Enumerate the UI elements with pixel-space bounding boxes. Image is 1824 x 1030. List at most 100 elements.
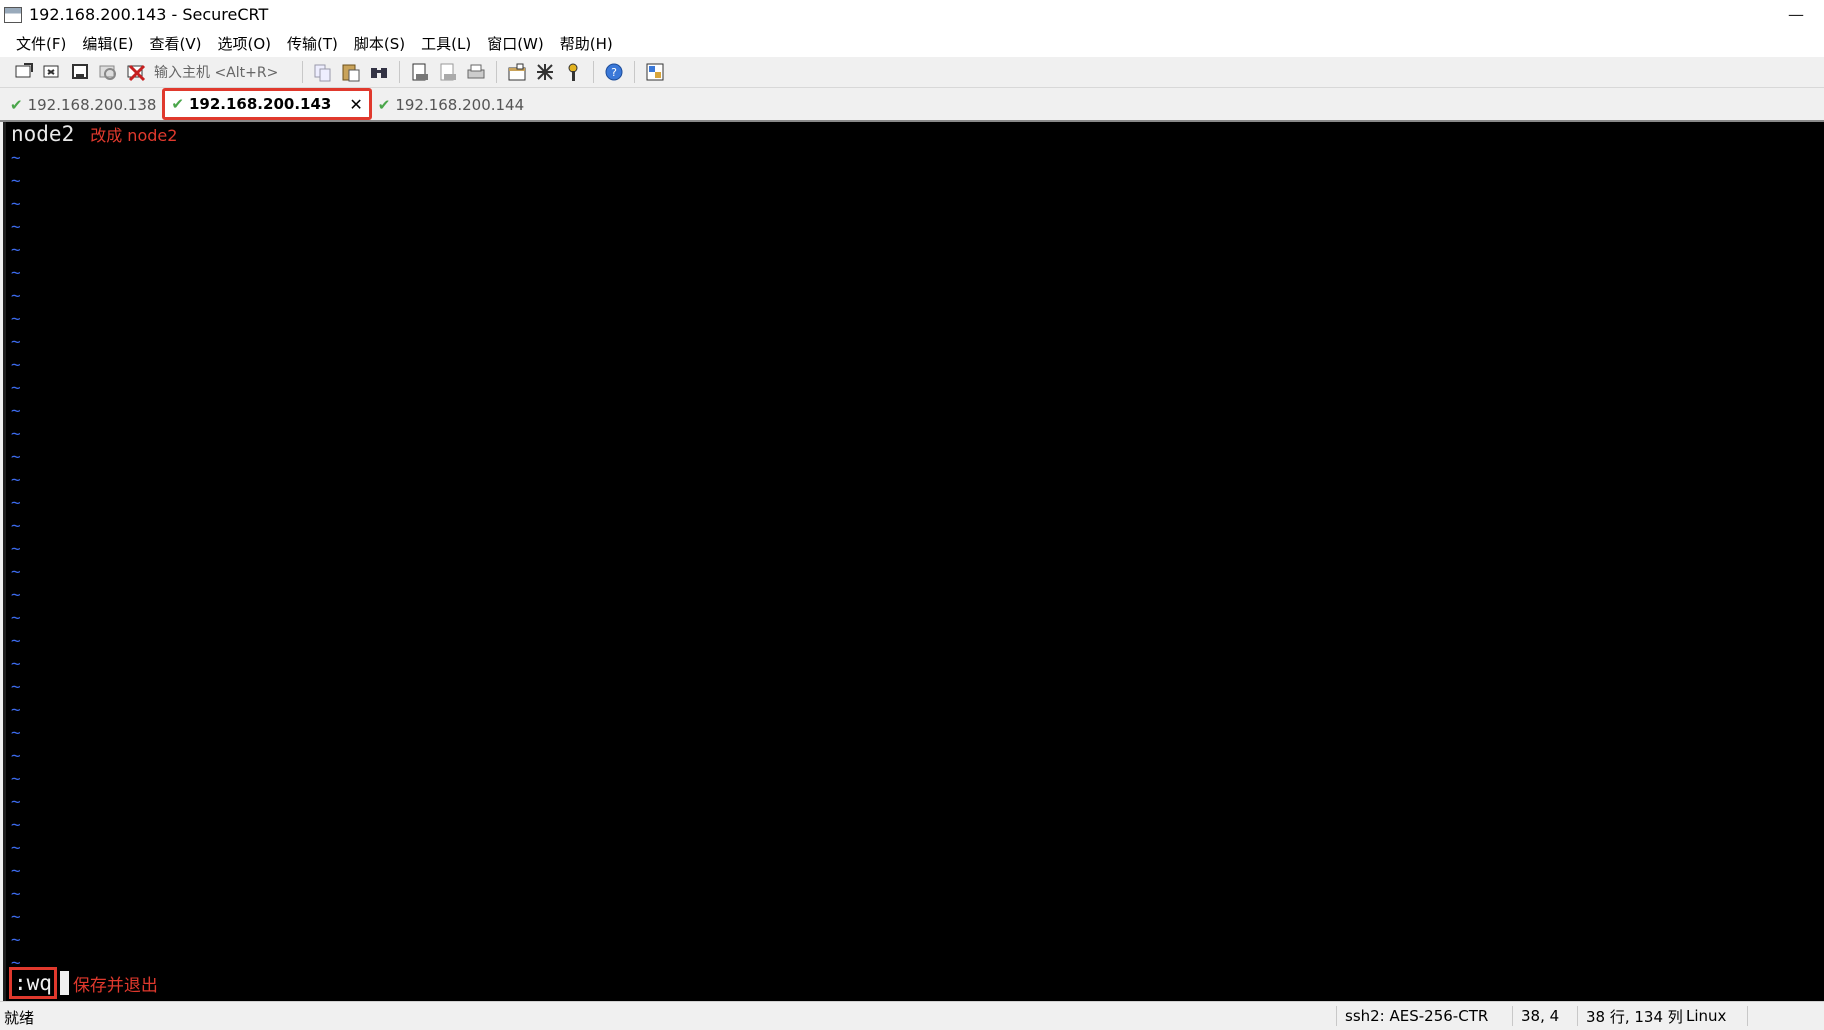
menu-edit[interactable]: 编辑(E): [74, 33, 141, 54]
vim-tilde-line: ~: [11, 332, 21, 351]
vim-empty-lines: ~ ~ ~ ~ ~ ~ ~ ~ ~ ~ ~ ~ ~ ~ ~ ~ ~ ~ ~ ~ ~ ~ ~ ~ ~ ~ ~ ~ ~ ~ ~ ~ ~ ~ ~ ~: [11, 146, 21, 974]
paste-icon[interactable]: [340, 61, 362, 83]
vim-tilde-line: ~: [11, 907, 21, 926]
vim-tilde-line: ~: [11, 884, 21, 903]
disconnect-icon[interactable]: [125, 61, 147, 83]
menu-window[interactable]: 窗口(W): [479, 33, 552, 54]
vim-command-line: :wq 保存并退出: [9, 967, 158, 999]
reconnect-icon[interactable]: [97, 61, 119, 83]
vim-tilde-line: ~: [11, 148, 21, 167]
sftp-icon[interactable]: [644, 61, 666, 83]
tab-label: 192.168.200.143: [188, 95, 332, 113]
vim-tilde-line: ~: [11, 217, 21, 236]
securecrt-app-icon: [4, 6, 22, 23]
terminal-view[interactable]: node2 改成 node2 ~ ~ ~ ~ ~ ~ ~ ~ ~ ~ ~ ~ ~ ~ ~ ~ ~ ~ ~ ~ ~ ~ ~ ~ ~…: [3, 122, 1824, 1001]
vim-tilde-line: ~: [11, 309, 21, 328]
session-tab-bar: ✔ 192.168.200.138 ✔ 192.168.200.143 ✕ ✔ …: [0, 88, 1824, 122]
vim-command: :wq: [9, 967, 57, 999]
global-options-icon[interactable]: [534, 61, 556, 83]
menu-view[interactable]: 查看(V): [142, 33, 210, 54]
menu-bar: 文件(F) 编辑(E) 查看(V) 选项(O) 传输(T) 脚本(S) 工具(L…: [0, 29, 1824, 57]
status-bar: 就绪 ssh2: AES-256-CTR 38, 4 38 行, 134 列 L…: [0, 1001, 1824, 1030]
toolbar-separator: [593, 61, 595, 83]
quick-connect-input[interactable]: 输入主机 <Alt+R>: [154, 62, 278, 82]
copy-icon[interactable]: [312, 61, 334, 83]
vim-tilde-line: ~: [11, 769, 21, 788]
toolbar-separator: [302, 61, 304, 83]
window-controls: —: [1768, 0, 1824, 29]
connect-icon[interactable]: [13, 61, 35, 83]
menu-file[interactable]: 文件(F): [8, 33, 74, 54]
vim-tilde-line: ~: [11, 585, 21, 604]
vim-tilde-line: ~: [11, 493, 21, 512]
toolbar-separator: [634, 61, 636, 83]
vim-tilde-line: ~: [11, 562, 21, 581]
vim-tilde-line: ~: [11, 424, 21, 443]
close-tab-icon[interactable]: ✕: [349, 95, 362, 114]
vim-tilde-line: ~: [11, 355, 21, 374]
print-selection-icon[interactable]: [465, 61, 487, 83]
status-cursor-position: 38, 4: [1512, 1006, 1571, 1026]
menu-transfer[interactable]: 传输(T): [279, 33, 346, 54]
menu-tools[interactable]: 工具(L): [413, 33, 479, 54]
status-ready: 就绪: [4, 1009, 35, 1027]
vim-tilde-line: ~: [11, 608, 21, 627]
tab-label: 192.168.200.138: [27, 96, 157, 114]
vim-tilde-line: ~: [11, 654, 21, 673]
vim-tilde-line: ~: [11, 631, 21, 650]
find-icon[interactable]: [368, 61, 390, 83]
print-icon[interactable]: [409, 61, 431, 83]
menu-script[interactable]: 脚本(S): [346, 33, 413, 54]
connect-tab-icon[interactable]: [69, 61, 91, 83]
vim-tilde-line: ~: [11, 746, 21, 765]
title-bar: 192.168.200.143 - SecureCRT —: [0, 0, 1824, 29]
vim-tilde-line: ~: [11, 930, 21, 949]
print-setup-icon[interactable]: [437, 61, 459, 83]
vim-tilde-line: ~: [11, 378, 21, 397]
vim-tilde-line: ~: [11, 838, 21, 857]
tab-label: 192.168.200.144: [395, 96, 525, 114]
status-os: Linux: [1686, 1007, 1727, 1025]
hostname-text: node2: [11, 122, 75, 146]
tab-192-168-200-138[interactable]: ✔ 192.168.200.138: [4, 90, 162, 120]
quick-connect-icon[interactable]: [41, 61, 63, 83]
tab-192-168-200-143[interactable]: ✔ 192.168.200.143 ✕: [162, 88, 372, 120]
vim-tilde-line: ~: [11, 861, 21, 880]
vim-tilde-line: ~: [11, 815, 21, 834]
toolbar-separator: [399, 61, 401, 83]
session-options-icon[interactable]: [506, 61, 528, 83]
status-empty-cell: [1747, 1006, 1816, 1026]
vim-tilde-line: ~: [11, 539, 21, 558]
vim-tilde-line: ~: [11, 470, 21, 489]
vim-tilde-line: ~: [11, 700, 21, 719]
vim-tilde-line: ~: [11, 516, 21, 535]
toolbar-separator: [496, 61, 498, 83]
connected-check-icon: ✔: [377, 96, 391, 114]
annotation-change-node2: 改成 node2: [90, 126, 178, 145]
vim-tilde-line: ~: [11, 792, 21, 811]
menu-help[interactable]: 帮助(H): [552, 33, 621, 54]
vim-tilde-line: ~: [11, 447, 21, 466]
status-cipher: ssh2: AES-256-CTR: [1336, 1006, 1491, 1026]
status-terminal-size: 38 行, 134 列: [1577, 1006, 1691, 1026]
toolbar: 输入主机 <Alt+R> ?: [0, 57, 1824, 88]
vim-tilde-line: ~: [11, 286, 21, 305]
vim-tilde-line: ~: [11, 240, 21, 259]
minimize-button[interactable]: —: [1768, 0, 1824, 29]
connected-check-icon: ✔: [10, 96, 23, 114]
vim-tilde-line: ~: [11, 263, 21, 282]
help-icon[interactable]: ?: [603, 61, 625, 83]
tab-192-168-200-144[interactable]: ✔ 192.168.200.144: [372, 90, 530, 120]
vim-tilde-line: ~: [11, 194, 21, 213]
connected-check-icon: ✔: [171, 95, 184, 113]
vim-tilde-line: ~: [11, 171, 21, 190]
svg-text:?: ?: [611, 66, 617, 79]
annotation-save-and-quit: 保存并退出: [72, 975, 158, 996]
vim-tilde-line: ~: [11, 401, 21, 420]
keymap-icon[interactable]: [562, 61, 584, 83]
menu-options[interactable]: 选项(O): [210, 33, 280, 54]
window-title: 192.168.200.143 - SecureCRT: [29, 5, 269, 24]
vim-tilde-line: ~: [11, 723, 21, 742]
vim-tilde-line: ~: [11, 677, 21, 696]
terminal-first-line: node2 改成 node2: [11, 122, 177, 146]
